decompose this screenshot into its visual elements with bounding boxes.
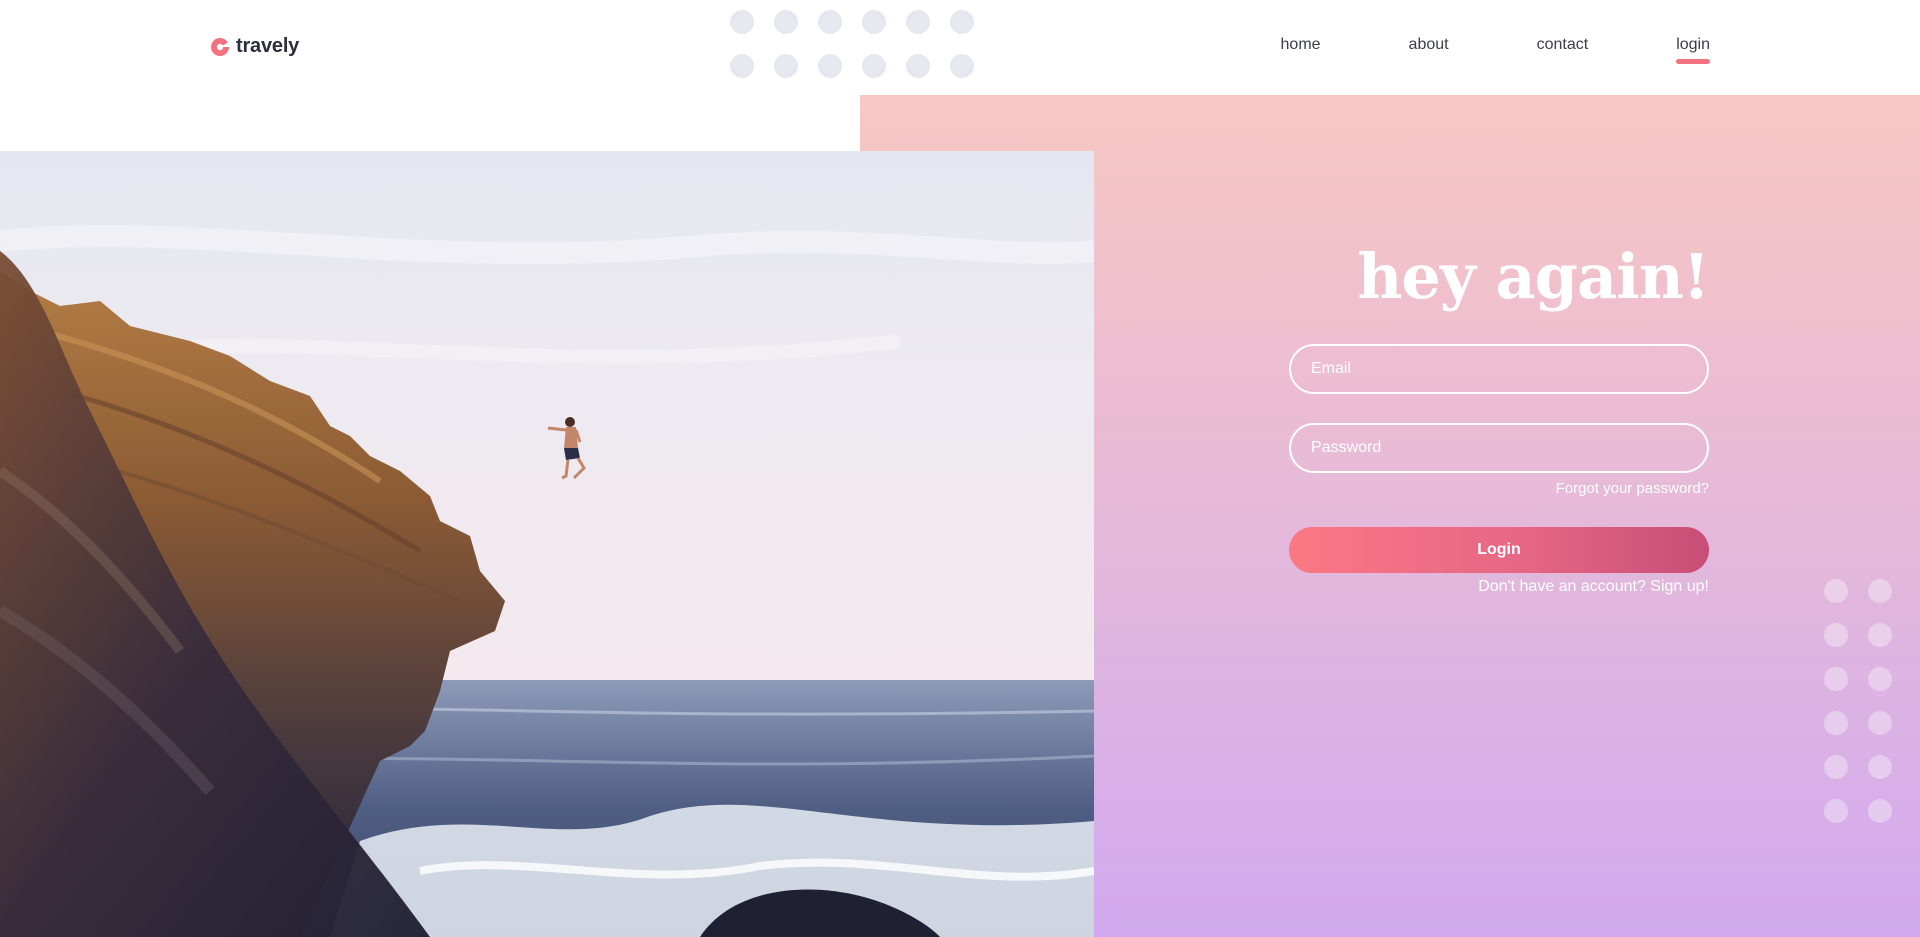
dot bbox=[818, 54, 842, 78]
nav-login[interactable]: login bbox=[1676, 36, 1710, 64]
dot bbox=[1868, 799, 1892, 823]
dot bbox=[1868, 667, 1892, 691]
dot bbox=[1868, 755, 1892, 779]
brand-name: travely bbox=[236, 35, 300, 57]
dot bbox=[774, 54, 798, 78]
password-input[interactable] bbox=[1289, 423, 1709, 474]
dot bbox=[730, 54, 754, 78]
nav-home[interactable]: home bbox=[1281, 36, 1321, 58]
dot bbox=[1824, 799, 1848, 823]
decorative-dots-top bbox=[730, 10, 974, 78]
dot bbox=[818, 10, 842, 34]
dot bbox=[1868, 579, 1892, 603]
dot bbox=[1824, 667, 1848, 691]
dot bbox=[1824, 711, 1848, 735]
dot bbox=[1868, 711, 1892, 735]
dot bbox=[1824, 755, 1848, 779]
dot bbox=[862, 54, 886, 78]
dot bbox=[1824, 623, 1848, 647]
nav-contact[interactable]: contact bbox=[1537, 36, 1589, 58]
dot bbox=[906, 54, 930, 78]
hero-image bbox=[0, 151, 1094, 937]
email-input[interactable] bbox=[1289, 344, 1709, 395]
forgot-password-link[interactable]: Forgot your password? bbox=[1289, 480, 1709, 497]
login-heading: hey again! bbox=[1357, 240, 1710, 313]
dot bbox=[862, 10, 886, 34]
dot bbox=[950, 54, 974, 78]
dot bbox=[1868, 623, 1892, 647]
dot bbox=[730, 10, 754, 34]
main-nav: home about contact login bbox=[1193, 36, 1710, 64]
dot bbox=[774, 10, 798, 34]
login-form: hey again! Forgot your password? Login D… bbox=[1289, 240, 1710, 596]
login-button[interactable]: Login bbox=[1289, 527, 1709, 574]
nav-about[interactable]: about bbox=[1409, 36, 1449, 58]
decorative-dots-right bbox=[1824, 579, 1892, 823]
brand-logo[interactable]: travely bbox=[210, 35, 299, 58]
dot bbox=[906, 10, 930, 34]
dot bbox=[1824, 579, 1848, 603]
dot bbox=[950, 10, 974, 34]
signup-link[interactable]: Don't have an account? Sign up! bbox=[1289, 578, 1709, 596]
travely-logo-icon bbox=[210, 37, 230, 57]
